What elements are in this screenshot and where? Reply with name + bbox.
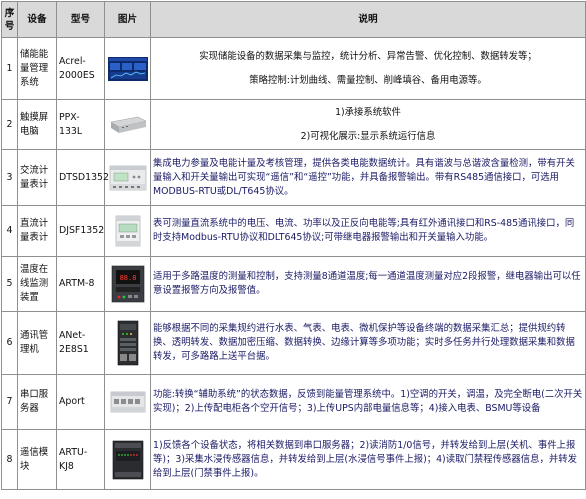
table-row: 7 串口服务器 Aport 功能:转换“辅助系统”的状态数据，反馈到能量管理系统… bbox=[1, 374, 586, 430]
row-model: DTSD1352 bbox=[56, 149, 109, 206]
row-model: ANet-2E8S1 bbox=[56, 311, 105, 375]
row-model: ARTM-8 bbox=[56, 256, 105, 312]
table-row: 8 遥信模块 ARTU-KJ8 1)反馈各个设备状态，将相关数据到串口服务器；2… bbox=[1, 429, 586, 490]
temperature-monitor-photo-icon: 88.8 bbox=[104, 256, 151, 312]
row-desc: 适用于多路温度的测量和控制，支持测量8通道温度;每一通道温度测量对应2段报警，继… bbox=[150, 256, 586, 312]
row-desc: 表可测量直流系统中的电压、电流、功率以及正反向电能等;具有红外通讯接口和RS-4… bbox=[150, 205, 586, 257]
desc-line: 功能:转换“辅助系统”的状态数据，反馈到能量管理系统中。1)空调的开关，调温，及… bbox=[153, 389, 583, 414]
desc-line: 能够根据不同的采集规约进行水表、气表、电表、微机保护等设备终端的数据采集汇总；提… bbox=[153, 323, 575, 362]
row-desc: 1)反馈各个设备状态，将相关数据到串口服务器；2)读消防1/0信号，并转发给到上… bbox=[150, 429, 586, 490]
row-no: 6 bbox=[1, 311, 18, 375]
dc-meter-photo-icon bbox=[104, 205, 151, 257]
header-row: 序号 设备 型号 图片 说明 bbox=[1, 1, 586, 38]
row-device: 储能能量管理系统 bbox=[17, 37, 57, 100]
comm-manager-photo-icon bbox=[104, 311, 151, 375]
table-row: 2 触摸屏电脑 PPX-133L 1)承接系统软件 2)可视化展示:显示系统运行… bbox=[1, 99, 586, 150]
row-model: Acrel-2000ES bbox=[56, 37, 105, 100]
row-model: Aport bbox=[56, 374, 105, 430]
desc-line: 表可测量直流系统中的电压、电流、功率以及正反向电能等;具有红外通讯接口和RS-4… bbox=[153, 218, 575, 243]
header-no: 序号 bbox=[1, 1, 18, 38]
header-device: 设备 bbox=[17, 1, 57, 38]
header-image: 图片 bbox=[104, 1, 151, 38]
row-no: 7 bbox=[1, 374, 18, 430]
row-no: 1 bbox=[1, 37, 18, 100]
row-no: 8 bbox=[1, 429, 18, 490]
row-model: DJSF1352 bbox=[56, 205, 105, 257]
desc-line: 2)可视化展示:显示系统运行信息 bbox=[300, 130, 436, 142]
table-row: 5 温度在线监测装置 ARTM-8 88.8 适用于多路温度的测量和控制，支持测… bbox=[1, 256, 586, 312]
row-device: 触摸屏电脑 bbox=[17, 99, 57, 150]
row-no: 4 bbox=[1, 205, 18, 257]
ac-meter-photo-icon bbox=[104, 149, 151, 206]
row-device: 串口服务器 bbox=[17, 374, 57, 430]
table-row: 6 通讯管理机 ANet-2E8S1 能够根据不同的采集规约进行水表、气表、电表… bbox=[1, 311, 586, 375]
table-row: 4 直流计量表计 DJSF1352 表可测量直流系统中的电压、电流、功率以及正反… bbox=[1, 205, 586, 257]
desc-line: 适用于多路温度的测量和控制，支持测量8通道温度;每一通道温度测量对应2段报警，继… bbox=[153, 271, 581, 296]
row-model: ARTU-KJ8 bbox=[56, 429, 105, 490]
row-device: 遥信模块 bbox=[17, 429, 57, 490]
row-no: 5 bbox=[1, 256, 18, 312]
desc-line: 集成电力参量及电能计量及考核管理，提供各类电能数据统计。具有谐波与总谐波含量检测… bbox=[153, 157, 575, 197]
row-no: 2 bbox=[1, 99, 18, 150]
header-model: 型号 bbox=[56, 1, 105, 38]
svg-text:88.8: 88.8 bbox=[119, 274, 136, 282]
row-desc: 1)承接系统软件 2)可视化展示:显示系统运行信息 bbox=[150, 99, 586, 150]
row-desc: 能够根据不同的采集规约进行水表、气表、电表、微机保护等设备终端的数据采集汇总；提… bbox=[150, 311, 586, 375]
header-no-label: 序号 bbox=[4, 7, 15, 32]
row-model: PPX-133L bbox=[56, 99, 105, 150]
header-desc: 说明 bbox=[150, 1, 586, 38]
desc-line: 1)承接系统软件 bbox=[335, 106, 401, 118]
row-no: 3 bbox=[1, 149, 18, 206]
row-device: 通讯管理机 bbox=[17, 311, 57, 375]
desc-line: 策略控制:计划曲线、需量控制、削峰填谷、备用电源等。 bbox=[249, 74, 487, 86]
device-spec-table: 序号 设备 型号 图片 说明 1 储能能量管理系统 Acrel-2000ES 实… bbox=[1, 1, 586, 490]
row-desc: 功能:转换“辅助系统”的状态数据，反馈到能量管理系统中。1)空调的开关，调温，及… bbox=[150, 374, 586, 430]
ems-dashboard-screenshot-icon bbox=[104, 37, 151, 100]
touchscreen-pc-photo-icon bbox=[104, 99, 151, 150]
table-row: 1 储能能量管理系统 Acrel-2000ES 实现储能设备的数据采集与监控，统… bbox=[1, 37, 586, 100]
desc-line: 实现储能设备的数据采集与监控，统计分析、异常告警、优化控制、数据转发等； bbox=[199, 50, 537, 62]
row-device: 交流计量表计 bbox=[17, 149, 57, 206]
row-desc: 实现储能设备的数据采集与监控，统计分析、异常告警、优化控制、数据转发等； 策略控… bbox=[150, 37, 586, 100]
serial-server-photo-icon bbox=[104, 374, 151, 430]
desc-line: 1)反馈各个设备状态，将相关数据到串口服务器；2)读消防1/0信号，并转发给到上… bbox=[153, 439, 577, 479]
row-desc: 集成电力参量及电能计量及考核管理，提供各类电能数据统计。具有谐波与总谐波含量检测… bbox=[150, 149, 586, 206]
remote-signal-module-photo-icon bbox=[104, 429, 151, 490]
table-row: 3 交流计量表计 DTSD1352 集成电力参量及电能计量及考核管理，提供各类电… bbox=[1, 149, 586, 206]
row-device: 直流计量表计 bbox=[17, 205, 57, 257]
row-device: 温度在线监测装置 bbox=[17, 256, 57, 312]
